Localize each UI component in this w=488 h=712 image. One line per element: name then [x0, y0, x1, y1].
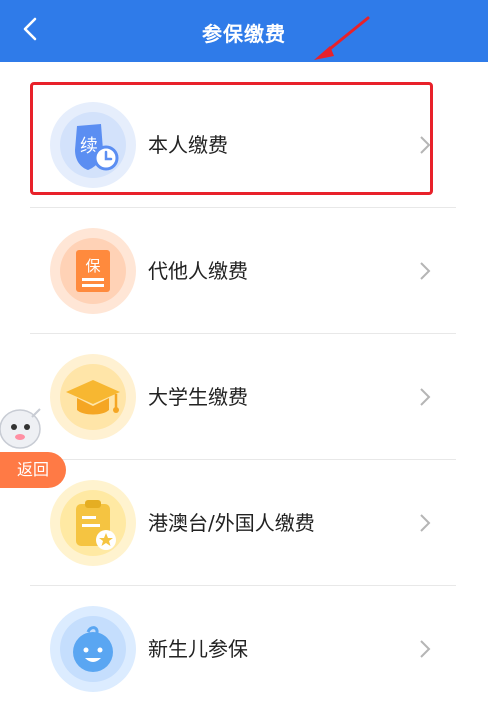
baby-face-icon [50, 606, 136, 692]
svg-text:保: 保 [85, 257, 100, 275]
annotation-arrow-icon [314, 16, 370, 60]
option-label: 新生儿参保 [148, 637, 248, 661]
back-button[interactable]: 返回 [0, 452, 66, 488]
chevron-right-icon [420, 514, 431, 532]
chevron-right-icon [420, 262, 431, 280]
option-foreigner-payment[interactable]: 港澳台/外国人缴费 [30, 460, 456, 586]
chevron-right-icon [420, 640, 431, 658]
option-label: 代他人缴费 [148, 259, 248, 283]
app-header: 参保缴费 [0, 0, 488, 62]
option-label: 大学生缴费 [148, 385, 248, 409]
option-student-payment[interactable]: 大学生缴费 [30, 334, 456, 460]
page-title: 参保缴费 [202, 22, 286, 46]
highlight-box [30, 82, 433, 195]
robot-mascot-icon [0, 408, 41, 449]
floating-back[interactable]: 返回 [0, 405, 70, 490]
option-newborn-insurance[interactable]: 新生儿参保 [30, 586, 456, 712]
option-label: 港澳台/外国人缴费 [148, 511, 315, 535]
clipboard-star-icon [50, 480, 136, 566]
chevron-right-icon [420, 388, 431, 406]
insurance-doc-icon: 保 [50, 228, 136, 314]
option-pay-for-others[interactable]: 保 代他人缴费 [30, 208, 456, 334]
